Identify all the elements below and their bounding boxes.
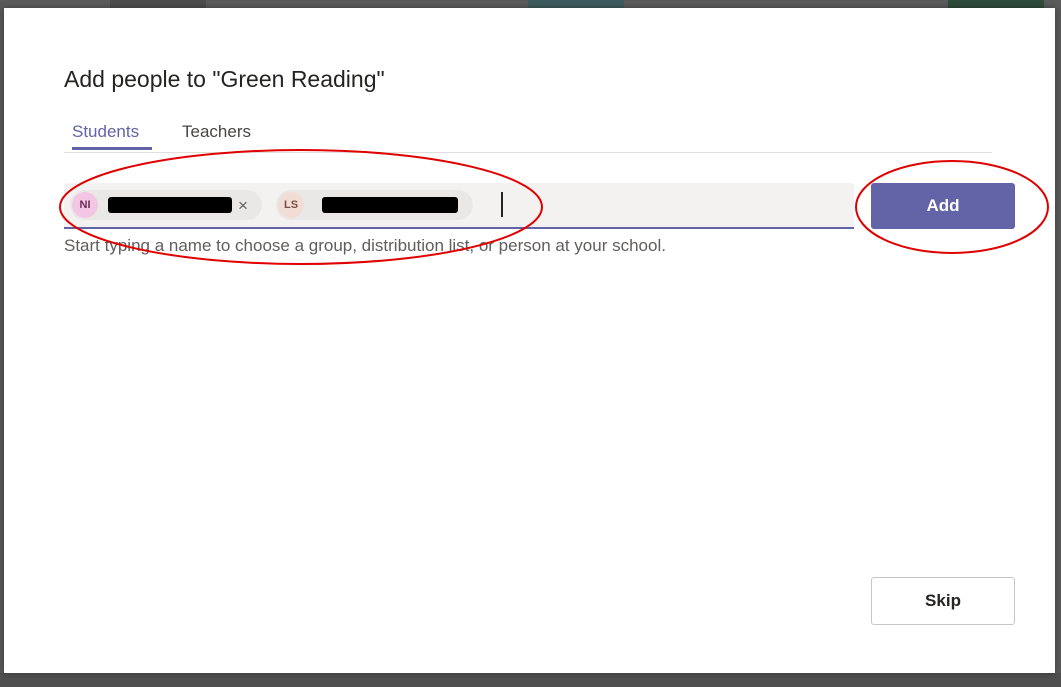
tab-students[interactable]: Students	[72, 122, 139, 142]
background-app-strip	[0, 0, 110, 8]
tab-teachers[interactable]: Teachers	[182, 122, 251, 142]
avatar: NI	[72, 192, 98, 218]
background-app-strip	[528, 0, 624, 8]
avatar: LS	[278, 192, 304, 218]
redacted-name	[108, 197, 232, 213]
add-button[interactable]: Add	[871, 183, 1015, 229]
active-tab-indicator	[72, 147, 152, 150]
people-picker-input[interactable]: NI × LS	[64, 183, 854, 229]
selected-person-chip[interactable]: LS	[276, 190, 473, 220]
helper-text: Start typing a name to choose a group, d…	[64, 236, 666, 255]
tab-bar: Students Teachers	[64, 122, 992, 153]
redacted-name	[322, 197, 458, 213]
background-app-edge	[1055, 8, 1061, 687]
background-app-strip	[110, 0, 206, 8]
close-icon[interactable]: ×	[238, 196, 248, 216]
background-app-bottom	[0, 673, 1061, 687]
dialog-title: Add people to "Green Reading"	[64, 66, 385, 92]
background-app-strip	[948, 0, 1044, 8]
skip-button[interactable]: Skip	[871, 577, 1015, 625]
text-cursor	[501, 192, 503, 217]
selected-person-chip[interactable]: NI ×	[70, 190, 262, 220]
add-people-dialog: Add people to "Green Reading" Students T…	[4, 8, 1055, 673]
